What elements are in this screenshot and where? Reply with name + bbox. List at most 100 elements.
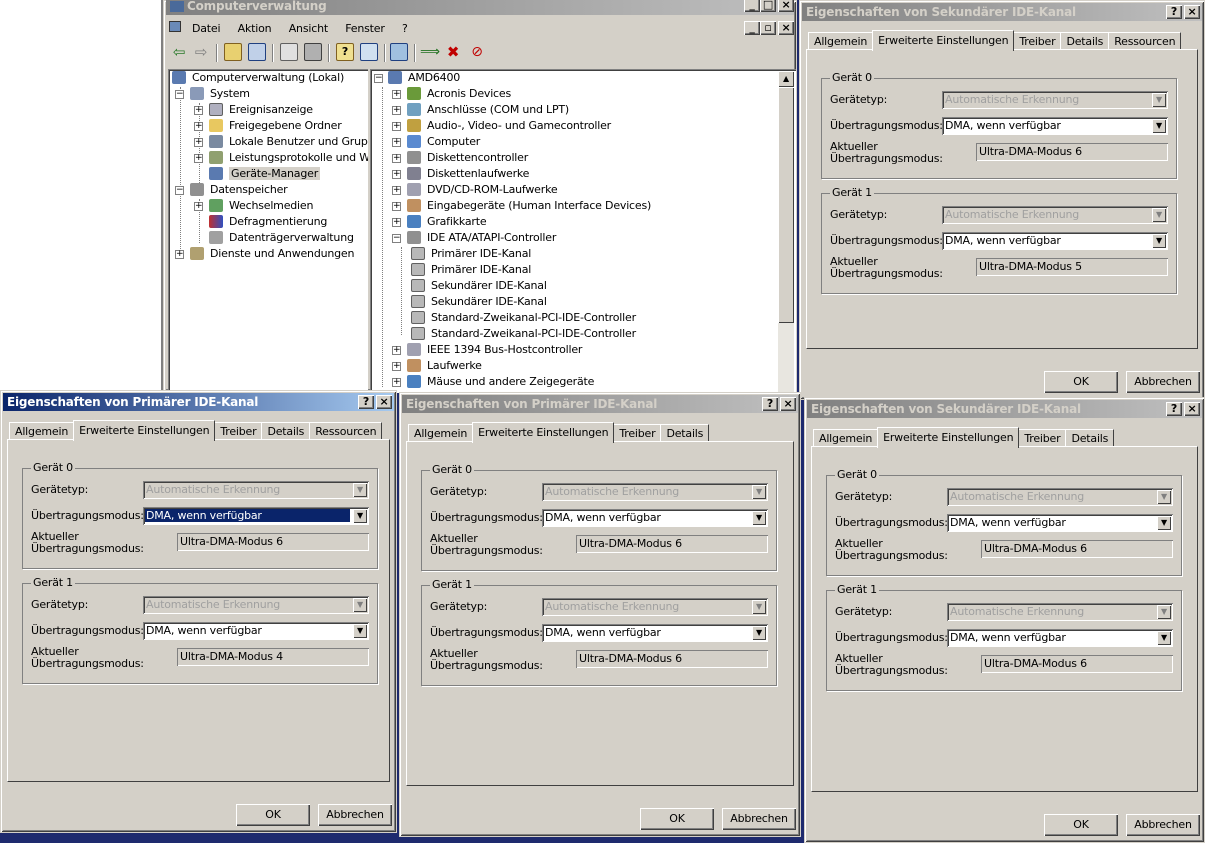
tab-1[interactable]: Erweiterte Einstellungen [877, 427, 1020, 448]
scroll-thumb[interactable] [778, 87, 794, 323]
device-item-child[interactable]: Primärer IDE-Kanal [411, 262, 531, 278]
tab-3[interactable]: Details [261, 422, 311, 440]
transfer-mode-select[interactable]: DMA, wenn verfügbar ▼ [942, 232, 1168, 250]
child-close-button[interactable]: × [778, 21, 794, 35]
tree-item-system[interactable]: − System [175, 86, 250, 102]
device-category[interactable]: + Diskettenlaufwerke [392, 166, 529, 182]
cancel-button[interactable]: Abbrechen [1126, 814, 1200, 836]
expand-toggle[interactable]: + [175, 250, 184, 259]
help-button[interactable]: ? [762, 397, 778, 411]
expand-toggle[interactable]: + [392, 378, 401, 387]
collapse-toggle[interactable]: − [175, 186, 184, 195]
device-item-child[interactable]: Primärer IDE-Kanal [411, 246, 531, 262]
transfer-mode-select[interactable]: DMA, wenn verfügbar ▼ [947, 629, 1173, 647]
tab-1[interactable]: Erweiterte Einstellungen [73, 420, 216, 441]
update-driver-icon[interactable]: ⟹ [420, 43, 440, 61]
close-button[interactable]: × [1184, 5, 1200, 19]
tree-item-event-viewer[interactable]: + Ereignisanzeige [194, 102, 313, 118]
tree-item-defrag[interactable]: Defragmentierung [209, 214, 327, 230]
tree-item-removable-media[interactable]: + Wechselmedien [194, 198, 313, 214]
ok-button[interactable]: OK [1044, 371, 1118, 393]
expand-toggle[interactable]: + [392, 346, 401, 355]
chevron-down-icon[interactable]: ▼ [353, 509, 367, 523]
expand-toggle[interactable]: + [392, 90, 401, 99]
collapse-toggle[interactable]: − [374, 74, 383, 83]
device-category[interactable]: − IDE ATA/ATAPI-Controller [392, 230, 556, 246]
help-button[interactable]: ? [1166, 5, 1182, 19]
tree-item-disk-management[interactable]: Datenträgerverwaltung [209, 230, 354, 246]
tab-0[interactable]: Allgemein [813, 429, 879, 447]
tab-1[interactable]: Erweiterte Einstellungen [872, 30, 1015, 51]
tab-2[interactable]: Treiber [1013, 32, 1062, 50]
menu-fenster[interactable]: Fenster [345, 22, 385, 35]
maximize-button[interactable]: □ [760, 0, 776, 12]
device-category[interactable]: + Grafikkarte [392, 214, 487, 230]
device-category[interactable]: + Audio-, Video- und Gamecontroller [392, 118, 611, 134]
device-category[interactable]: + Diskettencontroller [392, 150, 528, 166]
chevron-down-icon[interactable]: ▼ [1157, 516, 1171, 530]
chevron-down-icon[interactable]: ▼ [1157, 631, 1171, 645]
expand-toggle[interactable]: + [194, 202, 203, 211]
expand-toggle[interactable]: + [194, 138, 203, 147]
device-category[interactable]: + Laufwerke [392, 358, 482, 374]
tab-0[interactable]: Allgemein [9, 422, 75, 440]
device-item-child[interactable]: Standard-Zweikanal-PCI-IDE-Controller [411, 326, 636, 342]
device-item-child[interactable]: Standard-Zweikanal-PCI-IDE-Controller [411, 310, 636, 326]
close-button[interactable]: × [376, 395, 392, 409]
tree-item-shared-folders[interactable]: + Freigegebene Ordner [194, 118, 342, 134]
device-category[interactable]: + Mäuse und andere Zeigegeräte [392, 374, 594, 390]
chevron-down-icon[interactable]: ▼ [1152, 234, 1166, 248]
transfer-mode-select[interactable]: DMA, wenn verfügbar ▼ [542, 624, 768, 642]
expand-toggle[interactable]: + [392, 218, 401, 227]
ok-button[interactable]: OK [236, 804, 310, 826]
tab-4[interactable]: Ressourcen [309, 422, 383, 440]
tree-item-performance-logs[interactable]: +Leistungsprotokolle und Warnungen [194, 150, 368, 166]
chevron-down-icon[interactable]: ▼ [353, 624, 367, 638]
ok-button[interactable]: OK [640, 808, 714, 830]
tree-item-root[interactable]: Computerverwaltung (Lokal) [172, 70, 344, 86]
tree-item-local-users[interactable]: +Lokale Benutzer und Gruppen [194, 134, 368, 150]
device-tree-root[interactable]: − AMD6400 [374, 70, 460, 86]
chevron-down-icon[interactable]: ▼ [752, 511, 766, 525]
print-icon[interactable] [304, 43, 322, 61]
tab-3[interactable]: Details [660, 424, 710, 442]
transfer-mode-select[interactable]: DMA, wenn verfügbar ▼ [942, 117, 1168, 135]
expand-toggle[interactable]: + [392, 170, 401, 179]
transfer-mode-select[interactable]: DMA, wenn verfügbar ▼ [143, 622, 369, 640]
transfer-mode-select[interactable]: DMA, wenn verfügbar ▼ [143, 507, 369, 525]
close-button[interactable]: × [780, 397, 796, 411]
minimize-button[interactable]: _ [744, 0, 760, 12]
device-category[interactable]: + Computer [392, 134, 480, 150]
collapse-toggle[interactable]: − [175, 90, 184, 99]
scroll-up-button[interactable]: ▲ [778, 71, 794, 87]
tab-0[interactable]: Allgemein [408, 424, 474, 442]
up-folder-icon[interactable] [224, 43, 242, 61]
device-category[interactable]: + Anschlüsse (COM und LPT) [392, 102, 569, 118]
tab-3[interactable]: Details [1065, 429, 1115, 447]
tab-0[interactable]: Allgemein [808, 32, 874, 50]
device-category[interactable]: + Eingabegeräte (Human Interface Devices) [392, 198, 651, 214]
help-icon[interactable]: ? [336, 43, 354, 61]
child-minimize-button[interactable]: _ [744, 21, 760, 35]
tab-2[interactable]: Treiber [214, 422, 263, 440]
show-tree-icon[interactable] [248, 43, 266, 61]
chevron-down-icon[interactable]: ▼ [752, 626, 766, 640]
transfer-mode-select[interactable]: DMA, wenn verfügbar ▼ [542, 509, 768, 527]
tab-2[interactable]: Treiber [613, 424, 662, 442]
help-button[interactable]: ? [1166, 402, 1182, 416]
device-category[interactable]: + DVD/CD-ROM-Laufwerke [392, 182, 558, 198]
menu-ansicht[interactable]: Ansicht [289, 22, 328, 35]
menu-aktion[interactable]: Aktion [238, 22, 272, 35]
expand-toggle[interactable]: + [392, 154, 401, 163]
tree-item-device-manager[interactable]: Geräte-Manager [209, 166, 321, 182]
tab-3[interactable]: Details [1060, 32, 1110, 50]
vertical-scrollbar[interactable]: ▲ [778, 71, 794, 393]
back-arrow-icon[interactable]: ⇦ [170, 43, 188, 61]
expand-toggle[interactable]: + [392, 362, 401, 371]
cancel-button[interactable]: Abbrechen [318, 804, 392, 826]
child-restore-button[interactable]: ▫ [760, 21, 776, 35]
expand-toggle[interactable]: + [194, 154, 203, 163]
close-button[interactable]: × [1184, 402, 1200, 416]
uninstall-icon[interactable]: ✖ [444, 43, 462, 61]
tab-1[interactable]: Erweiterte Einstellungen [472, 422, 615, 443]
